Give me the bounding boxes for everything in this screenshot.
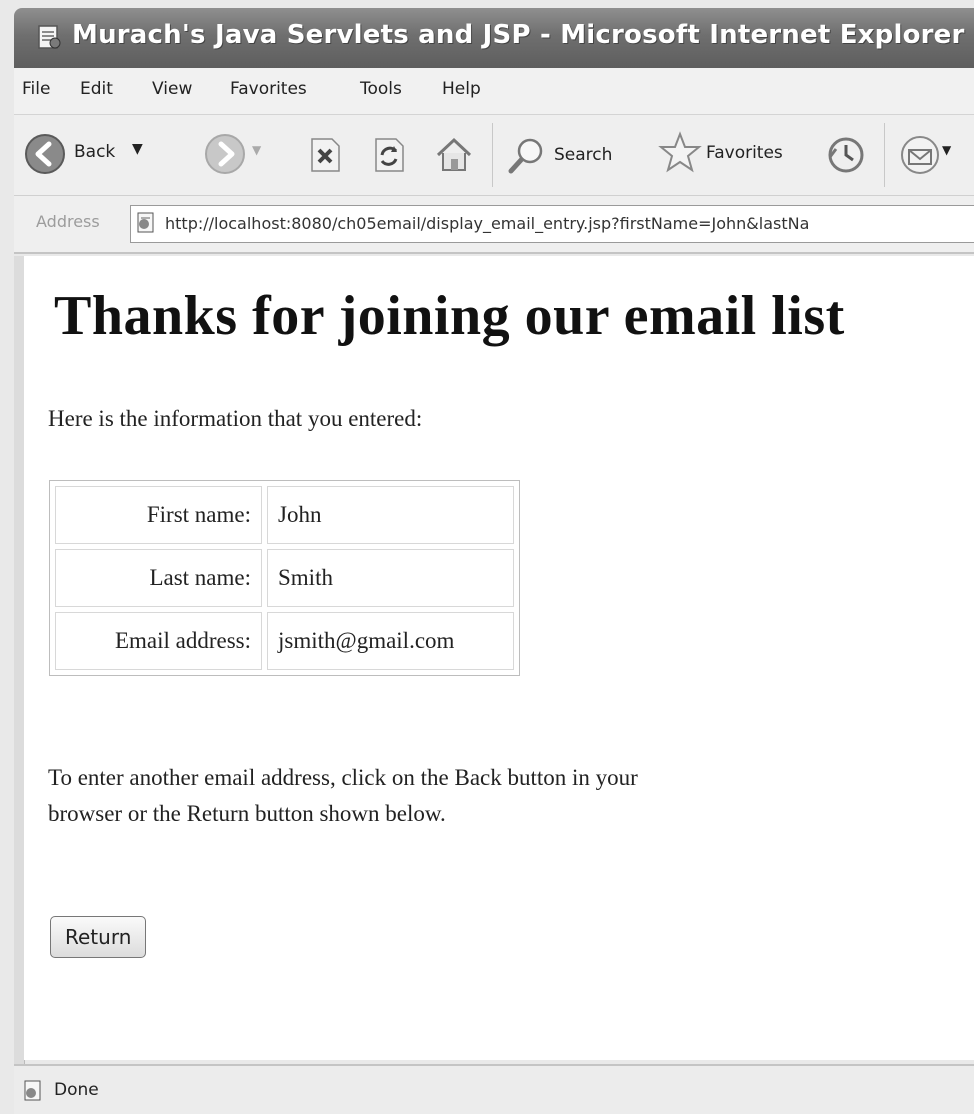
- address-input[interactable]: http://localhost:8080/ch05email/display_…: [130, 205, 974, 243]
- page-title: Thanks for joining our email list: [54, 285, 845, 347]
- back-label: Back: [74, 142, 116, 162]
- table-row: Email address: jsmith@gmail.com: [55, 612, 514, 670]
- table-row: First name: John: [55, 486, 514, 544]
- history-icon[interactable]: [826, 135, 866, 175]
- first-name-label: First name:: [55, 486, 262, 544]
- search-icon: [508, 138, 543, 174]
- menu-help[interactable]: Help: [442, 79, 481, 99]
- home-icon[interactable]: [434, 135, 474, 175]
- email-value: jsmith@gmail.com: [267, 612, 514, 670]
- address-bar: Address http://localhost:8080/ch05email/…: [14, 196, 974, 254]
- email-label: Email address:: [55, 612, 262, 670]
- mail-icon[interactable]: [898, 133, 942, 177]
- last-name-value: Smith: [267, 549, 514, 607]
- page-done-icon: [24, 1080, 41, 1101]
- status-text: Done: [54, 1080, 99, 1100]
- table-row: Last name: Smith: [55, 549, 514, 607]
- menu-tools[interactable]: Tools: [360, 79, 402, 99]
- stop-icon[interactable]: [308, 137, 342, 173]
- ie-page-icon: [38, 25, 61, 49]
- back-button[interactable]: Back ▼: [24, 129, 192, 181]
- forward-icon: [205, 134, 245, 174]
- toolbar-separator: [884, 123, 885, 187]
- forward-button[interactable]: ▼: [204, 129, 268, 181]
- menu-view[interactable]: View: [152, 79, 192, 99]
- first-name-value: John: [267, 486, 514, 544]
- info-table: First name: John Last name: Smith Email …: [49, 480, 520, 676]
- mail-dropdown-icon[interactable]: ▼: [942, 143, 951, 157]
- browser-window: Murach's Java Servlets and JSP - Microso…: [0, 0, 974, 1114]
- menu-bar: File Edit View Favorites Tools Help: [14, 68, 974, 115]
- status-bar: Done: [14, 1064, 974, 1114]
- instructions-text: To enter another email address, click on…: [48, 765, 638, 826]
- refresh-icon[interactable]: [372, 137, 406, 173]
- page-icon: [137, 212, 154, 233]
- favorites-button[interactable]: Favorites: [658, 129, 798, 181]
- search-label: Search: [554, 145, 613, 165]
- title-bar: Murach's Java Servlets and JSP - Microso…: [14, 8, 974, 68]
- favorites-star-icon: [658, 131, 702, 173]
- address-label: Address: [36, 212, 100, 231]
- search-button[interactable]: Search: [506, 131, 646, 181]
- menu-edit[interactable]: Edit: [80, 79, 113, 99]
- forward-dropdown-icon[interactable]: ▼: [252, 143, 261, 157]
- last-name-label: Last name:: [55, 549, 262, 607]
- back-dropdown-icon[interactable]: ▼: [132, 141, 143, 157]
- toolbar: Back ▼ ▼ Search Favorites ▼: [14, 115, 974, 196]
- return-button[interactable]: Return: [50, 916, 147, 958]
- address-url: http://localhost:8080/ch05email/display_…: [165, 214, 810, 233]
- menu-favorites[interactable]: Favorites: [230, 79, 307, 99]
- back-icon: [25, 134, 65, 174]
- menu-file[interactable]: File: [22, 79, 50, 99]
- favorites-label: Favorites: [706, 143, 783, 163]
- page-content: Thanks for joining our email list Here i…: [24, 256, 974, 1060]
- window-title: Murach's Java Servlets and JSP - Microso…: [72, 20, 965, 50]
- toolbar-separator: [492, 123, 493, 187]
- intro-text: Here is the information that you entered…: [48, 406, 423, 431]
